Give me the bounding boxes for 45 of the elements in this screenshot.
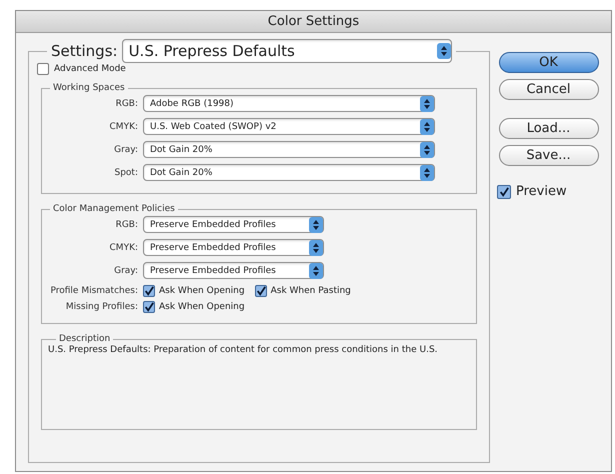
group-title: Working Spaces: [52, 83, 126, 93]
field-label: CMYK:: [108, 242, 138, 252]
stepper-icon: [309, 240, 323, 256]
field-label: RGB:: [114, 98, 138, 108]
dropdown[interactable]: Preserve Embedded Profiles: [143, 239, 324, 256]
dialog-button[interactable]: Save...: [498, 145, 598, 166]
checkbox-label: Ask When Opening: [159, 302, 245, 312]
dropdown[interactable]: Adobe RGB (1998): [143, 95, 435, 112]
dropdown[interactable]: U.S. Web Coated (SWOP) v2: [143, 118, 435, 135]
stepper-icon: [420, 164, 434, 180]
checkbox-label: Advanced Mode: [54, 64, 126, 74]
dropdown[interactable]: U.S. Prepress Defaults: [122, 39, 452, 63]
group-title: Color Management Policies: [52, 204, 176, 214]
checkbox[interactable]: [143, 285, 155, 297]
checkbox-label: Ask When Pasting: [270, 286, 351, 296]
field-label: Missing Profiles:: [64, 302, 138, 312]
dialog-button[interactable]: Cancel: [498, 79, 598, 100]
settings-label: Settings:: [51, 42, 118, 60]
dropdown[interactable]: Dot Gain 20%: [143, 164, 435, 181]
checkbox[interactable]: [254, 285, 267, 297]
dropdown[interactable]: Preserve Embedded Profiles: [143, 262, 324, 279]
stepper-icon: [420, 142, 434, 158]
checkbox-label: Preview: [516, 184, 567, 199]
checkbox[interactable]: [497, 184, 511, 198]
checkbox[interactable]: [143, 301, 155, 313]
stepper-icon: [309, 216, 323, 232]
stepper-icon: [420, 118, 434, 134]
ok-button[interactable]: OK: [498, 52, 598, 73]
checkbox-label: Ask When Opening: [159, 286, 245, 296]
field-label: Spot:: [114, 168, 138, 178]
window-title: Color Settings: [268, 14, 360, 29]
field-label: Profile Mismatches:: [49, 286, 138, 296]
field-label: RGB:: [114, 220, 138, 230]
dropdown[interactable]: Preserve Embedded Profiles: [143, 216, 324, 233]
field-label: CMYK:: [108, 122, 138, 132]
dropdown[interactable]: Dot Gain 20%: [143, 141, 435, 158]
field-label: Gray:: [113, 266, 138, 276]
field-label: Gray:: [113, 144, 138, 154]
stepper-icon: [436, 40, 451, 62]
group-title: Description: [58, 334, 112, 344]
stepper-icon: [309, 262, 323, 278]
description-text: U.S. Prepress Defaults: Preparation of content for common press conditions in the U.S.: [48, 344, 439, 356]
dialog-button[interactable]: Load...: [498, 118, 598, 139]
checkbox[interactable]: [37, 63, 49, 75]
stepper-icon: [420, 96, 434, 112]
